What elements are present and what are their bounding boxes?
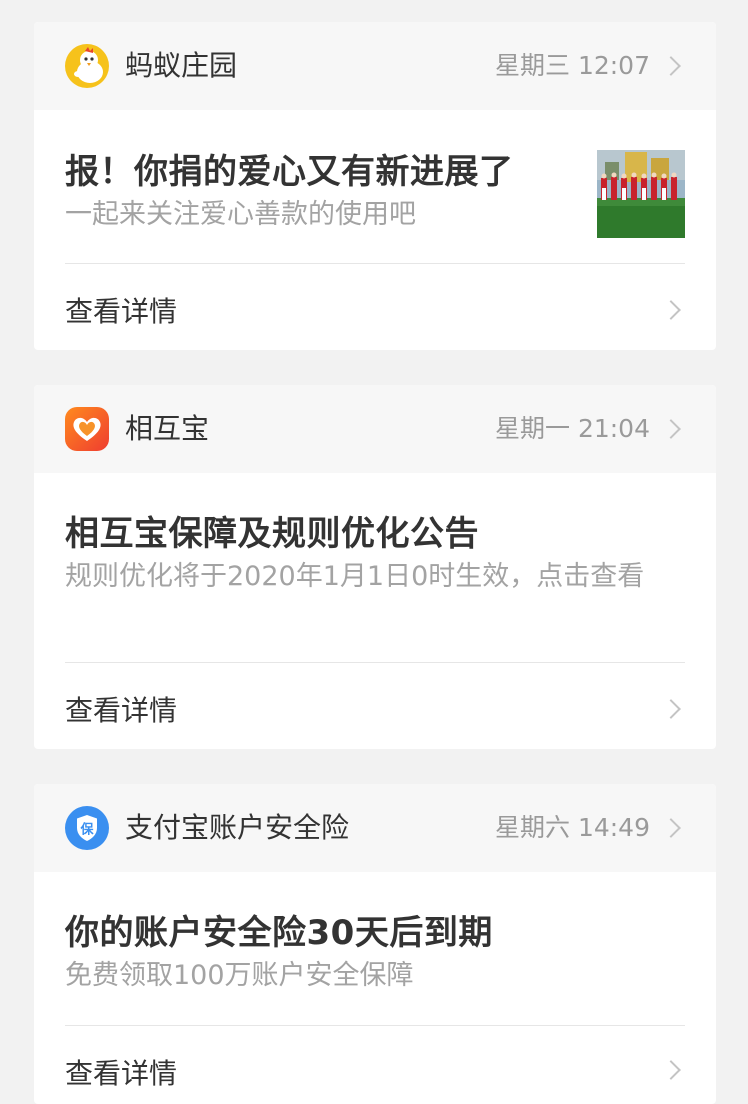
chevron-right-icon [661,56,681,76]
view-details-link[interactable]: 查看详情 [65,1052,177,1092]
chevron-right-icon [661,1060,681,1080]
chevron-right-icon [661,419,681,439]
view-details-link[interactable]: 查看详情 [65,689,177,729]
chevron-right-icon [661,699,681,719]
message-time: 星期六 14:49 [495,813,650,842]
shield-bao-icon: 保 [65,806,109,850]
app-name: 相互宝 [125,412,210,445]
divider [65,662,685,663]
message-card-account-insurance[interactable]: 保 支付宝账户安全险 星期六 14:49 你的账户安全险30天后到期 免费领取1… [34,784,716,1104]
message-title: 你的账户安全险30天后到期 [65,913,493,953]
message-thumbnail [597,150,685,238]
message-time: 星期一 21:04 [495,414,650,443]
card-header[interactable]: 相互宝 星期一 21:04 [34,385,716,473]
message-title: 相互宝保障及规则优化公告 [65,514,479,554]
message-time: 星期三 12:07 [495,51,650,80]
heart-logo-icon [65,407,109,451]
chevron-right-icon [661,300,681,320]
message-card-antfarm[interactable]: 蚂蚁庄园 星期三 12:07 报！你捐的爱心又有新进展了 一起来关注爱心善款的使… [34,22,716,350]
shield-bao-glyph: 保 [79,822,94,838]
view-details-link[interactable]: 查看详情 [65,290,177,330]
app-name: 蚂蚁庄园 [125,49,238,82]
chick-icon [65,44,109,88]
message-subtitle: 免费领取100万账户安全保障 [65,960,414,991]
message-subtitle: 一起来关注爱心善款的使用吧 [65,199,416,230]
message-card-xianghubao[interactable]: 相互宝 星期一 21:04 相互宝保障及规则优化公告 规则优化将于2020年1月… [34,385,716,749]
card-header[interactable]: 保 支付宝账户安全险 星期六 14:49 [34,784,716,872]
message-subtitle: 规则优化将于2020年1月1日0时生效，点击查看 [65,561,645,592]
divider [65,263,685,264]
chevron-right-icon [661,818,681,838]
divider [65,1025,685,1026]
card-header[interactable]: 蚂蚁庄园 星期三 12:07 [34,22,716,110]
app-name: 支付宝账户安全险 [125,811,350,844]
message-title: 报！你捐的爱心又有新进展了 [65,152,514,192]
